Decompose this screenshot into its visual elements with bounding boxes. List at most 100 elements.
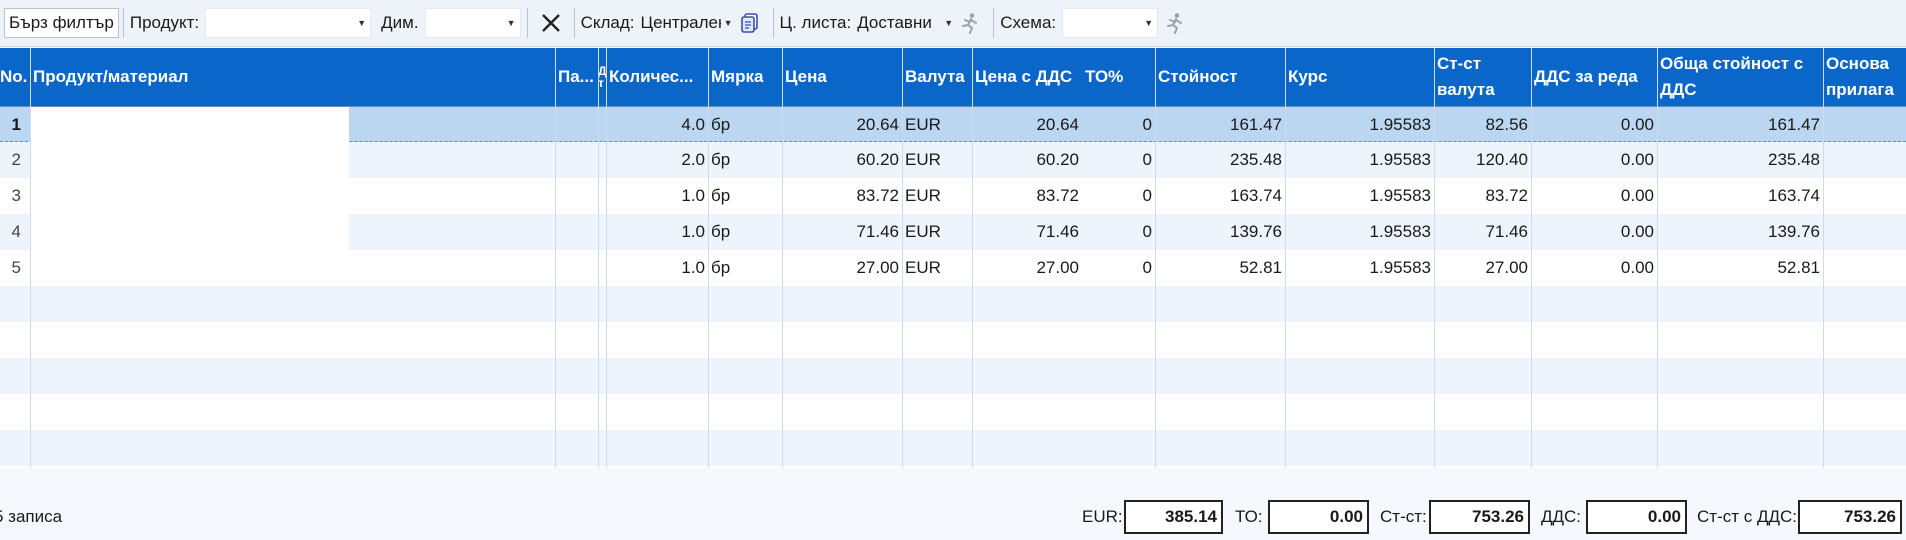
- cell-currency[interactable]: EUR: [902, 178, 972, 214]
- cell-qty[interactable]: 1.0: [606, 250, 708, 286]
- header-col-total-vat[interactable]: Обща стойност с ДДС: [1657, 48, 1823, 106]
- header-col-price-vat[interactable]: Цена с ДДС: [972, 48, 1082, 106]
- header-col-qty[interactable]: Количес...: [606, 48, 708, 106]
- clear-filter-icon[interactable]: [538, 10, 564, 36]
- cell-cost-cur[interactable]: 27.00: [1434, 250, 1531, 286]
- cell-price-vat[interactable]: 83.72: [972, 178, 1082, 214]
- quick-filter-button[interactable]: Бърз филтър: [4, 8, 119, 38]
- cell-price[interactable]: 27.00: [782, 250, 902, 286]
- header-col-product[interactable]: Продукт/материал: [30, 48, 555, 106]
- cell-unit[interactable]: бр: [708, 214, 782, 250]
- cell-no[interactable]: 1: [0, 107, 24, 143]
- table-row[interactable]: 4 1.0 бр 71.46 EUR 71.46 0 139.76 1.95583 71.46 0.…: [0, 214, 1906, 250]
- cell-vat-row[interactable]: 0.00: [1531, 214, 1657, 250]
- cell-price[interactable]: 71.46: [782, 214, 902, 250]
- products-grid[interactable]: No. Продукт/материал Па... Д т Количес... Мяр…: [0, 48, 1906, 468]
- cell-no[interactable]: 4: [0, 214, 24, 250]
- warehouse-combo[interactable]: Централен ▼: [641, 8, 733, 38]
- cell-currency[interactable]: EUR: [902, 142, 972, 178]
- dim-combo[interactable]: ▼: [424, 8, 521, 38]
- cell-vat-row[interactable]: 0.00: [1531, 107, 1657, 143]
- cell-total-vat[interactable]: 52.81: [1657, 250, 1823, 286]
- cell-rate[interactable]: 1.95583: [1285, 107, 1434, 143]
- header-col-price[interactable]: Цена: [782, 48, 902, 106]
- cell-value[interactable]: 161.47: [1155, 107, 1285, 143]
- cell-price-vat[interactable]: 71.46: [972, 214, 1082, 250]
- header-col-no[interactable]: No.: [0, 48, 27, 106]
- empty-row[interactable]: [0, 430, 1906, 466]
- cell-cost-cur[interactable]: 82.56: [1434, 107, 1531, 143]
- cell-price[interactable]: 20.64: [782, 107, 902, 143]
- cell-vat-row[interactable]: 0.00: [1531, 178, 1657, 214]
- cell-vat-row[interactable]: 0.00: [1531, 250, 1657, 286]
- cell-to[interactable]: 0: [1082, 142, 1155, 178]
- cell-no[interactable]: 3: [0, 178, 24, 214]
- product-combo[interactable]: ▼: [205, 8, 372, 38]
- cell-value[interactable]: 52.81: [1155, 250, 1285, 286]
- header-col-to[interactable]: ТО%: [1082, 48, 1155, 106]
- cell-to[interactable]: 0: [1082, 107, 1155, 143]
- table-row[interactable]: 2 2.0 бр 60.20 EUR 60.20 0 235.48 1.95583 120.40 0…: [0, 142, 1906, 178]
- cell-price-vat[interactable]: 27.00: [972, 250, 1082, 286]
- column-divider: [1155, 48, 1156, 468]
- cell-price-vat[interactable]: 60.20: [972, 142, 1082, 178]
- cell-qty[interactable]: 1.0: [606, 214, 708, 250]
- cell-currency[interactable]: EUR: [902, 107, 972, 143]
- cell-vat-row[interactable]: 0.00: [1531, 142, 1657, 178]
- cell-no[interactable]: 5: [0, 250, 24, 286]
- header-col-vat-row[interactable]: ДДС за реда: [1531, 48, 1657, 106]
- empty-row[interactable]: [0, 394, 1906, 430]
- cell-unit[interactable]: бр: [708, 250, 782, 286]
- column-divider: [555, 48, 556, 468]
- cell-unit[interactable]: бр: [708, 142, 782, 178]
- header-col-base[interactable]: Основа прилага: [1823, 48, 1906, 106]
- cell-to[interactable]: 0: [1082, 250, 1155, 286]
- cell-qty[interactable]: 1.0: [606, 178, 708, 214]
- cell-cost-cur[interactable]: 120.40: [1434, 142, 1531, 178]
- cell-total-vat[interactable]: 161.47: [1657, 107, 1823, 143]
- cell-cost-cur[interactable]: 71.46: [1434, 214, 1531, 250]
- scheme-combo[interactable]: ▼: [1062, 8, 1159, 38]
- cell-to[interactable]: 0: [1082, 214, 1155, 250]
- cell-rate[interactable]: 1.95583: [1285, 214, 1434, 250]
- cell-cost-cur[interactable]: 83.72: [1434, 178, 1531, 214]
- cell-no[interactable]: 2: [0, 142, 24, 178]
- running-man-icon[interactable]: [957, 10, 983, 36]
- cell-rate[interactable]: 1.95583: [1285, 178, 1434, 214]
- cell-qty[interactable]: 4.0: [606, 107, 708, 143]
- cell-total-vat[interactable]: 139.76: [1657, 214, 1823, 250]
- header-col-value[interactable]: Стойност: [1155, 48, 1285, 106]
- empty-row[interactable]: [0, 322, 1906, 358]
- cell-value[interactable]: 163.74: [1155, 178, 1285, 214]
- cell-price-vat[interactable]: 20.64: [972, 107, 1082, 143]
- header-col-pa[interactable]: Па...: [555, 48, 598, 106]
- empty-row[interactable]: [0, 286, 1906, 322]
- header-col-rate[interactable]: Курс: [1285, 48, 1434, 106]
- copy-icon[interactable]: [737, 10, 763, 36]
- cell-unit[interactable]: бр: [708, 107, 782, 143]
- cell-total-vat[interactable]: 163.74: [1657, 178, 1823, 214]
- cell-qty[interactable]: 2.0: [606, 142, 708, 178]
- cell-value[interactable]: 139.76: [1155, 214, 1285, 250]
- header-col-currency[interactable]: Валута: [902, 48, 972, 106]
- cell-rate[interactable]: 1.95583: [1285, 250, 1434, 286]
- cell-price[interactable]: 60.20: [782, 142, 902, 178]
- scheme-label: Схема:: [1000, 13, 1057, 32]
- empty-row[interactable]: [0, 358, 1906, 394]
- cell-price[interactable]: 83.72: [782, 178, 902, 214]
- cell-currency[interactable]: EUR: [902, 250, 972, 286]
- running-man-icon[interactable]: [1162, 10, 1188, 36]
- cell-to[interactable]: 0: [1082, 178, 1155, 214]
- cell-rate[interactable]: 1.95583: [1285, 142, 1434, 178]
- table-row[interactable]: 3 1.0 бр 83.72 EUR 83.72 0 163.74 1.95583 83.72 0.…: [0, 178, 1906, 214]
- cell-unit[interactable]: бр: [708, 178, 782, 214]
- cell-value[interactable]: 235.48: [1155, 142, 1285, 178]
- header-col-d[interactable]: Д т: [598, 48, 606, 106]
- cell-total-vat[interactable]: 235.48: [1657, 142, 1823, 178]
- table-row[interactable]: 1 4.0 бр 20.64 EUR 20.64 0 161.47 1.95583 82.56 0.…: [0, 106, 1906, 143]
- header-col-cost-cur[interactable]: Ст-ст валута: [1434, 48, 1531, 106]
- header-col-unit[interactable]: Мярка: [708, 48, 782, 106]
- price-list-combo[interactable]: Доставни ▼: [857, 8, 953, 38]
- table-row[interactable]: 5 1.0 бр 27.00 EUR 27.00 0 52.81 1.95583 27.00 0.0…: [0, 250, 1906, 286]
- cell-currency[interactable]: EUR: [902, 214, 972, 250]
